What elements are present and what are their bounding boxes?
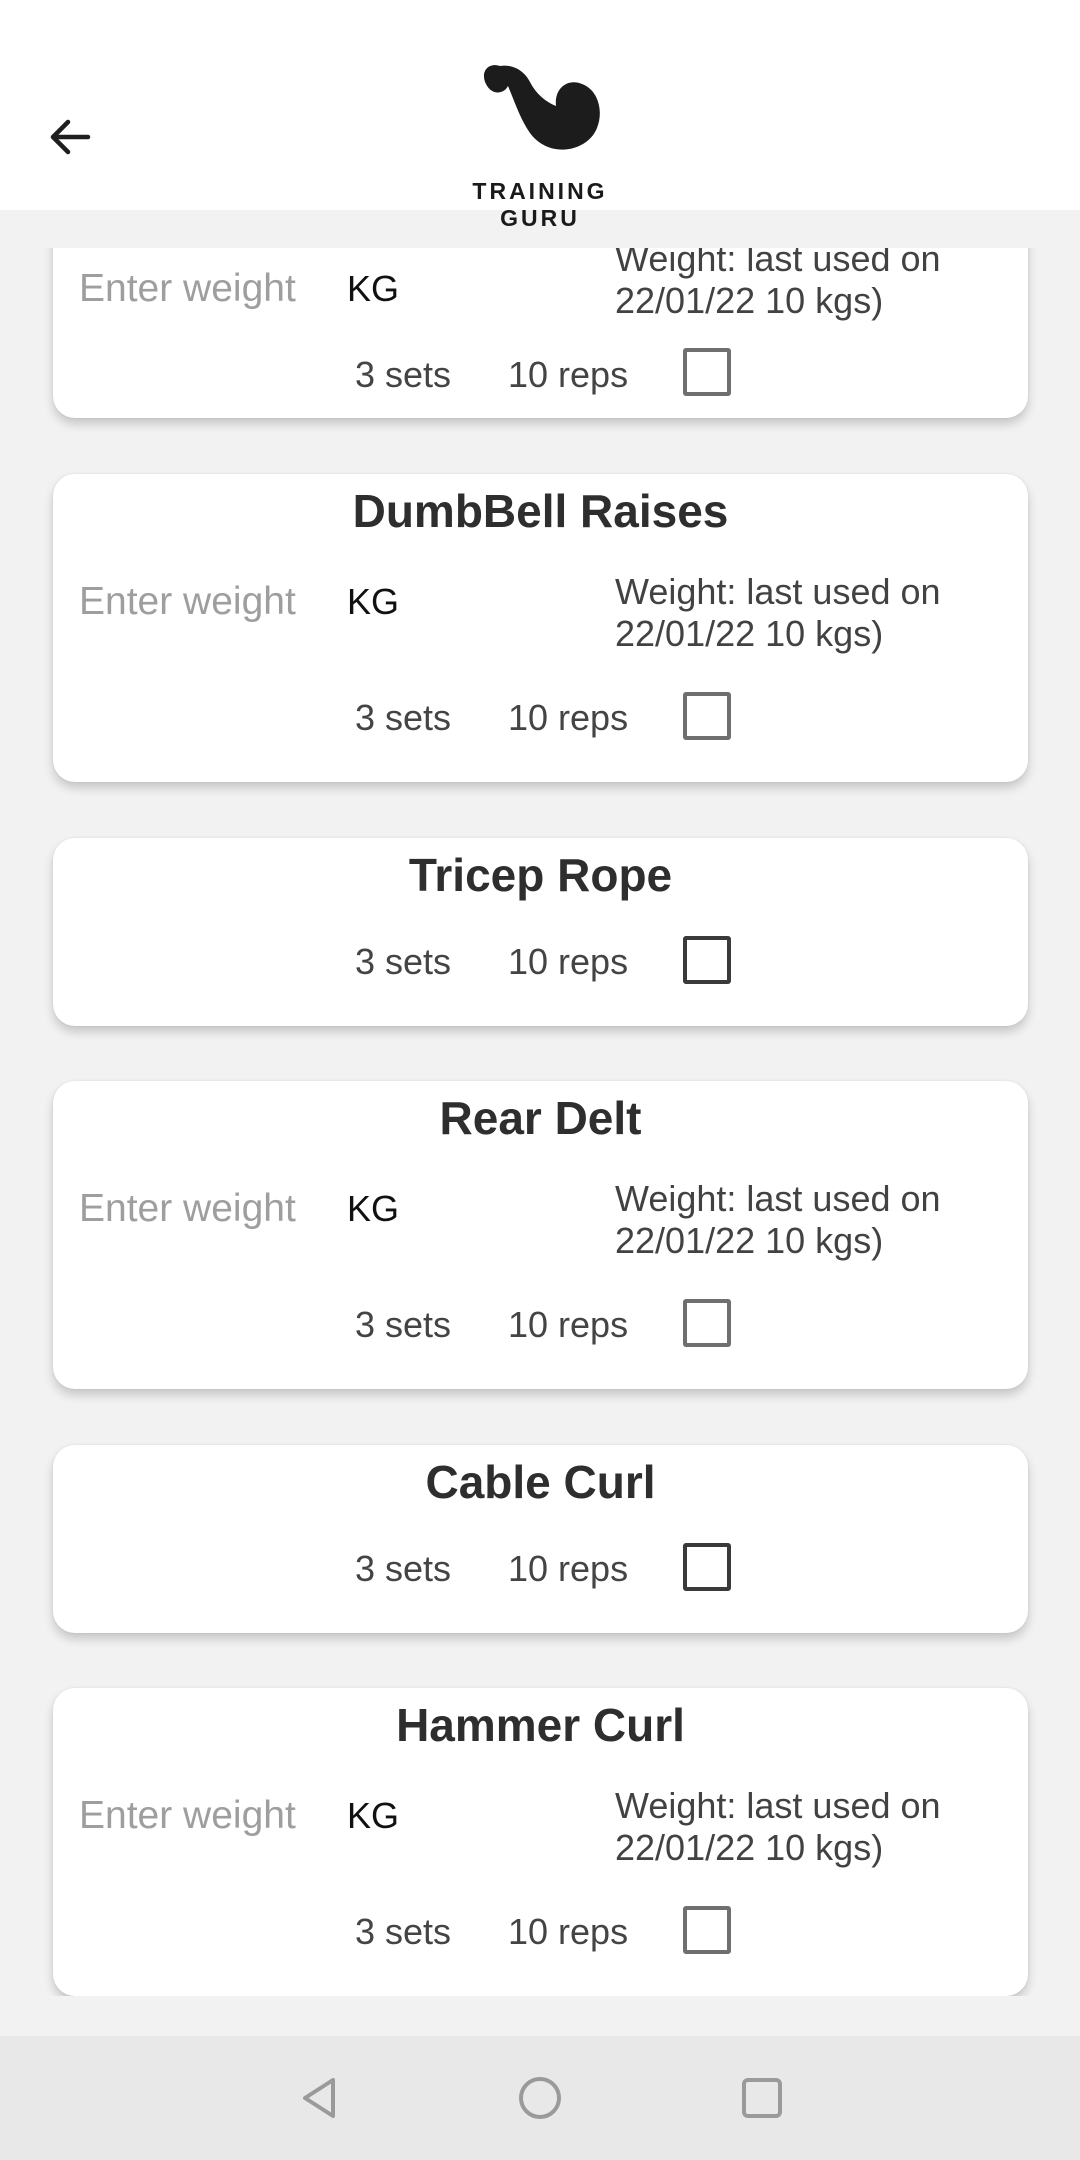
sets-count: 3 sets xyxy=(355,1548,452,1589)
exercise-card: Hammer Curl KG Weight: last used on 22/0… xyxy=(53,1688,1028,1996)
exercise-list[interactable]: KG Weight: last used on 22/01/22 10 kgs)… xyxy=(0,248,1080,1996)
triangle-back-icon xyxy=(303,2078,335,2118)
weight-input[interactable] xyxy=(79,1184,324,1234)
exercise-done-checkbox[interactable] xyxy=(683,1299,731,1347)
exercise-card: KG Weight: last used on 22/01/22 10 kgs)… xyxy=(53,248,1028,418)
back-button[interactable] xyxy=(30,97,110,177)
nav-home-button[interactable] xyxy=(510,2068,570,2128)
exercise-card: DumbBell Raises KG Weight: last used on … xyxy=(53,474,1028,782)
last-used-weight: Weight: last used on 22/01/22 10 kgs) xyxy=(615,1178,941,1261)
reps-count: 10 reps xyxy=(508,941,629,982)
last-used-weight: Weight: last used on 22/01/22 10 kgs) xyxy=(615,248,941,321)
exercise-name: Cable Curl xyxy=(425,1456,656,1508)
circle-home-icon xyxy=(519,2077,561,2119)
reps-count: 10 reps xyxy=(508,697,629,738)
square-recents-icon xyxy=(742,2078,782,2118)
exercise-done-checkbox[interactable] xyxy=(683,348,731,396)
sets-count: 3 sets xyxy=(355,1911,452,1952)
logo-text: TRAINING GURU xyxy=(472,178,608,231)
sets-count: 3 sets xyxy=(355,697,452,738)
weight-unit: KG xyxy=(347,1188,400,1229)
last-used-weight: Weight: last used on 22/01/22 10 kgs) xyxy=(615,571,941,654)
app-bar: TRAINING GURU xyxy=(0,0,1080,231)
sets-count: 3 sets xyxy=(355,941,452,982)
exercise-done-checkbox[interactable] xyxy=(683,692,731,740)
exercise-done-checkbox[interactable] xyxy=(683,1543,731,1591)
weight-input[interactable] xyxy=(79,1791,324,1841)
exercise-name: DumbBell Raises xyxy=(352,485,729,537)
app-logo: TRAINING GURU xyxy=(430,58,650,231)
system-navigation-bar xyxy=(0,2036,1080,2160)
weight-unit: KG xyxy=(347,1795,400,1836)
arrow-left-icon xyxy=(50,119,91,155)
reps-count: 10 reps xyxy=(508,354,629,395)
exercise-name: Rear Delt xyxy=(439,1092,642,1144)
exercise-name: Tricep Rope xyxy=(408,849,673,901)
flexed-arm-logo-icon xyxy=(483,65,600,150)
weight-input[interactable] xyxy=(79,577,324,627)
exercise-done-checkbox[interactable] xyxy=(683,1906,731,1954)
reps-count: 10 reps xyxy=(508,1304,629,1345)
exercise-done-checkbox[interactable] xyxy=(683,936,731,984)
reps-count: 10 reps xyxy=(508,1911,629,1952)
exercise-card: Rear Delt KG Weight: last used on 22/01/… xyxy=(53,1081,1028,1389)
nav-back-button[interactable] xyxy=(290,2068,350,2128)
reps-count: 10 reps xyxy=(508,1548,629,1589)
sets-count: 3 sets xyxy=(355,1304,452,1345)
nav-recents-button[interactable] xyxy=(732,2068,792,2128)
weight-input[interactable] xyxy=(79,264,324,314)
weight-unit: KG xyxy=(347,268,400,309)
sets-count: 3 sets xyxy=(355,354,452,395)
exercise-card: Cable Curl 3 sets 10 reps xyxy=(53,1445,1028,1633)
last-used-weight: Weight: last used on 22/01/22 10 kgs) xyxy=(615,1785,941,1868)
exercise-name: Hammer Curl xyxy=(396,1699,685,1751)
weight-unit: KG xyxy=(347,581,400,622)
exercise-card: Tricep Rope 3 sets 10 reps xyxy=(53,838,1028,1026)
